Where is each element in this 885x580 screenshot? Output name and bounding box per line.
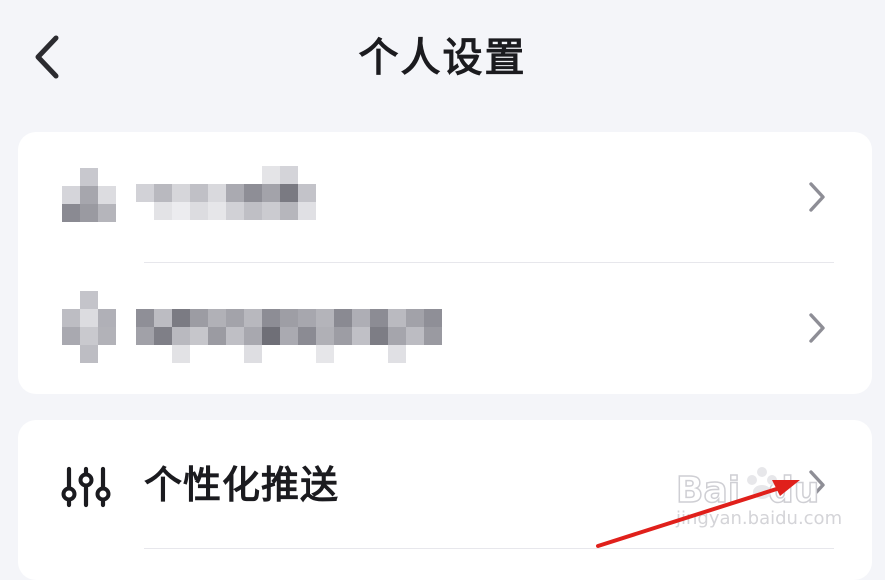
account-row-2[interactable] [18, 263, 872, 394]
account-card [18, 132, 872, 394]
svg-text:du: du [768, 470, 819, 511]
top-bar: 个人设置 [0, 0, 885, 120]
chevron-right-icon [809, 313, 825, 343]
svg-text:Bai: Bai [676, 470, 740, 511]
account-row-1[interactable] [18, 132, 872, 262]
baidu-watermark-url: jingyan.baidu.com [676, 508, 843, 529]
divider [144, 548, 834, 549]
personalized-push-label: 个性化推送 [144, 463, 340, 507]
sliders-icon [61, 466, 111, 508]
chevron-right-icon [809, 182, 825, 212]
page-title: 个人设置 [358, 35, 527, 81]
